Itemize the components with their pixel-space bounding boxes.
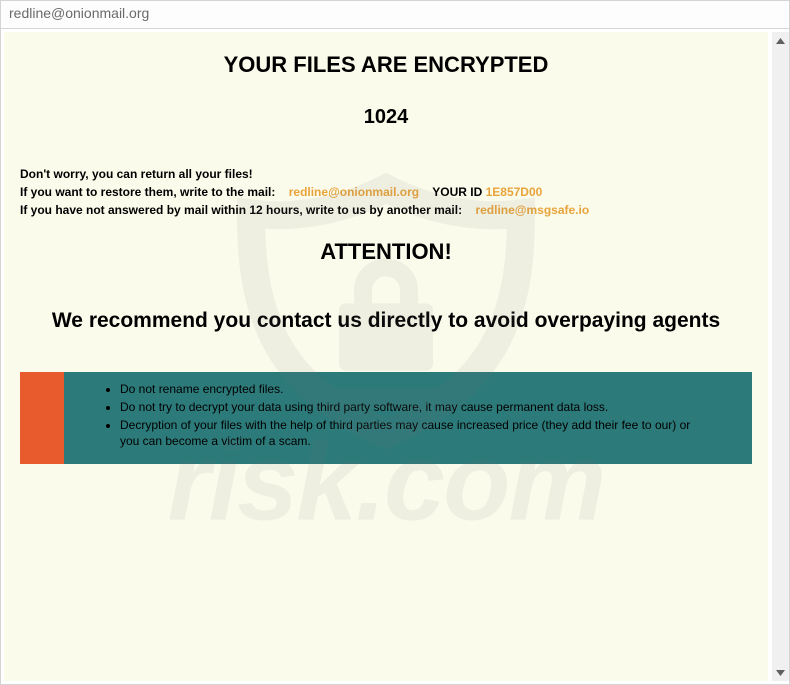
warning-list: Do not rename encrypted files. Do not tr…	[104, 380, 712, 451]
list-item: Decryption of your files with the help o…	[120, 416, 712, 450]
your-id-value: 1E857D00	[486, 185, 543, 199]
info-line-3: If you have not answered by mail within …	[20, 201, 752, 219]
watermark: risk.com	[96, 168, 676, 545]
info-line2-prefix: If you want to restore them, write to th…	[20, 185, 275, 199]
scroll-down-icon[interactable]	[772, 664, 789, 681]
warning-accent-bar	[20, 372, 64, 465]
ransom-note-window: redline@onionmail.org risk.com YOUR FILE…	[0, 0, 790, 685]
attention-heading: ATTENTION!	[20, 239, 752, 265]
list-item: Do not try to decrypt your data using th…	[120, 398, 712, 416]
scroll-up-icon[interactable]	[772, 32, 789, 49]
content-area: risk.com YOUR FILES ARE ENCRYPTED 1024 D…	[4, 32, 768, 681]
warning-content: Do not rename encrypted files. Do not tr…	[64, 372, 752, 465]
info-line-1: Don't worry, you can return all your fil…	[20, 165, 752, 183]
list-item: Do not rename encrypted files.	[120, 380, 712, 398]
info-block: Don't worry, you can return all your fil…	[20, 165, 752, 219]
info-line-2: If you want to restore them, write to th…	[20, 183, 752, 201]
contact-email-1: redline@onionmail.org	[289, 185, 419, 199]
main-heading: YOUR FILES ARE ENCRYPTED	[20, 52, 752, 78]
warning-box: Do not rename encrypted files. Do not tr…	[20, 372, 752, 465]
content-wrapper: risk.com YOUR FILES ARE ENCRYPTED 1024 D…	[1, 29, 789, 684]
info-line3-prefix: If you have not answered by mail within …	[20, 203, 462, 217]
scrollbar[interactable]	[772, 32, 789, 681]
number-heading: 1024	[20, 106, 752, 129]
window-title-text: redline@onionmail.org	[9, 5, 149, 21]
contact-email-2: redline@msgsafe.io	[475, 203, 589, 217]
recommend-heading: We recommend you contact us directly to …	[20, 295, 752, 348]
your-id-label: YOUR ID	[432, 185, 482, 199]
window-titlebar: redline@onionmail.org	[1, 1, 789, 29]
